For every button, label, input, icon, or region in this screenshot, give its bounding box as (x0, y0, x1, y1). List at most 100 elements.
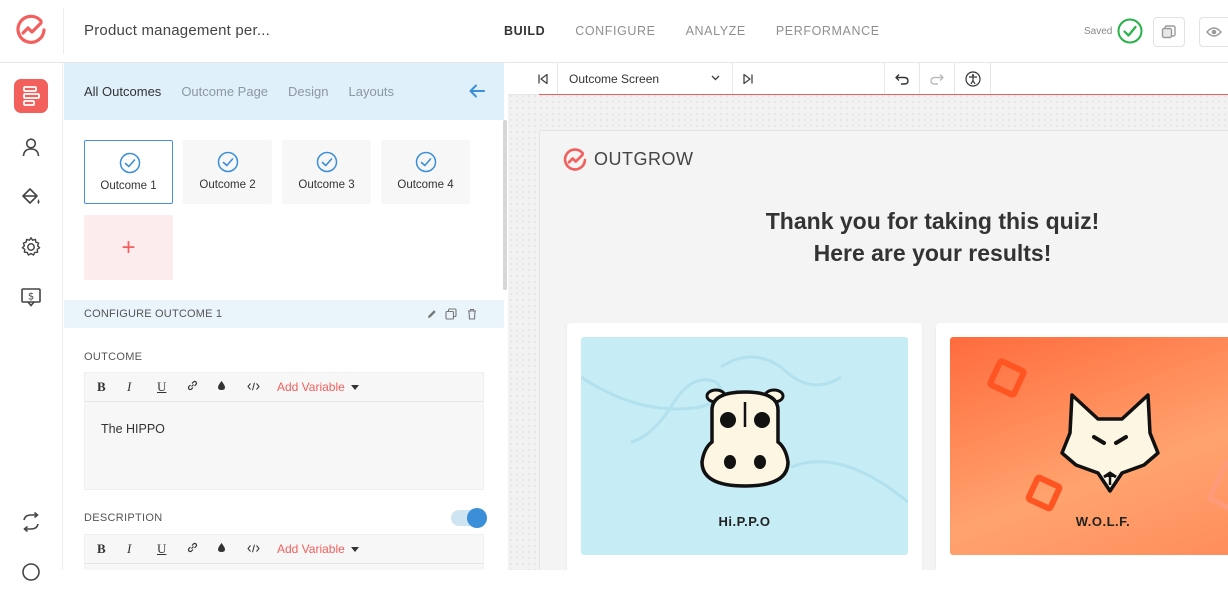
copy-icon[interactable] (445, 308, 457, 320)
panel-scrollbar[interactable] (503, 120, 507, 290)
code-icon (247, 544, 260, 553)
hippo-icon (700, 388, 790, 488)
outcome-label: Outcome 2 (199, 179, 256, 191)
check-circle-icon (316, 151, 338, 173)
preview-button[interactable] (1199, 17, 1228, 47)
bold-button[interactable]: B (97, 541, 127, 557)
tab-outcome-page[interactable]: Outcome Page (181, 84, 268, 99)
bold-button[interactable]: B (97, 379, 127, 395)
outcome-card[interactable]: Outcome 1 (84, 140, 173, 204)
wolf-icon (1060, 393, 1160, 493)
screen-select[interactable]: Outcome Screen (559, 63, 733, 94)
gear-icon (21, 237, 41, 256)
outcome-label: Outcome 1 (100, 180, 157, 192)
italic-button[interactable]: I (127, 541, 157, 557)
result-card[interactable]: Hi.P.P.O (567, 323, 922, 570)
skip-back-icon (537, 73, 548, 84)
result-image: W.O.L.F. (950, 337, 1228, 555)
result-caption: W.O.L.F. (1075, 514, 1131, 529)
caret-down-icon (350, 546, 359, 552)
rail-build-layout[interactable] (14, 79, 48, 113)
outgrow-logo-icon[interactable] (14, 13, 48, 47)
code-button[interactable] (247, 542, 277, 556)
first-screen-button[interactable] (528, 63, 558, 94)
accessibility-icon (964, 70, 981, 87)
accessibility-button[interactable] (955, 63, 991, 94)
add-variable-dropdown[interactable]: Add Variable (277, 380, 359, 394)
link-icon (187, 542, 198, 553)
result-card[interactable]: W.O.L.F. (936, 323, 1228, 570)
editor-toolbar: B I U Add Variable (85, 535, 483, 564)
dollar-screen-icon: $ (21, 288, 41, 307)
rail-help[interactable] (14, 555, 48, 589)
link-icon (187, 380, 198, 391)
rail-leads[interactable] (14, 130, 48, 164)
code-button[interactable] (247, 380, 277, 394)
underline-button[interactable]: U (157, 541, 187, 557)
outcome-text[interactable]: The HIPPO (85, 402, 483, 456)
project-title[interactable]: Product management per... (84, 22, 270, 39)
preview-heading-line2[interactable]: Here are your results! (540, 237, 1228, 269)
drop-icon (218, 543, 225, 552)
redo-icon (930, 73, 944, 85)
add-outcome-button[interactable]: + (84, 215, 173, 280)
tab-build[interactable]: BUILD (504, 24, 545, 38)
code-icon (247, 382, 260, 391)
result-caption: Hi.P.P.O (718, 514, 771, 529)
screen-select-value: Outcome Screen (569, 71, 660, 86)
copy-icon (1161, 25, 1176, 39)
pencil-icon[interactable] (426, 308, 438, 320)
user-icon (22, 138, 40, 157)
preview-heading-line1[interactable]: Thank you for taking this quiz! (540, 205, 1228, 237)
undo-icon (895, 73, 909, 85)
rail-sync[interactable] (14, 505, 48, 539)
add-variable-dropdown[interactable]: Add Variable (277, 542, 359, 556)
outcome-card[interactable]: Outcome 3 (282, 140, 371, 204)
outcome-editor[interactable]: B I U Add Variable The HIPPO (84, 372, 484, 490)
check-circle-icon (415, 151, 437, 173)
preview-brand: OUTGROW (594, 149, 694, 169)
drop-icon (218, 381, 225, 390)
editor-toolbar: B I U Add Variable (85, 373, 483, 402)
add-variable-label: Add Variable (277, 380, 345, 394)
link-button[interactable] (187, 380, 217, 394)
description-editor[interactable]: B I U Add Variable (84, 534, 484, 570)
color-button[interactable] (217, 380, 247, 394)
redo-button[interactable] (920, 63, 955, 94)
result-image: Hi.P.P.O (581, 337, 908, 555)
underline-button[interactable]: U (157, 379, 187, 395)
outcome-label: Outcome 4 (397, 179, 454, 191)
configure-title: CONFIGURE OUTCOME 1 (84, 308, 223, 320)
undo-button[interactable] (884, 63, 920, 94)
outcome-card[interactable]: Outcome 2 (183, 140, 272, 204)
tab-analyze[interactable]: ANALYZE (686, 24, 746, 38)
arrow-left-icon[interactable] (468, 83, 486, 99)
add-variable-label: Add Variable (277, 542, 345, 556)
rail-design[interactable] (14, 180, 48, 214)
outcome-card[interactable]: Outcome 4 (381, 140, 470, 204)
duplicate-button[interactable] (1153, 17, 1185, 47)
italic-button[interactable]: I (127, 379, 157, 395)
tab-configure[interactable]: CONFIGURE (575, 24, 655, 38)
check-circle-icon (119, 152, 141, 174)
tab-performance[interactable]: PERFORMANCE (776, 24, 880, 38)
caret-down-icon (350, 384, 359, 390)
eye-icon (1206, 27, 1222, 37)
color-button[interactable] (217, 542, 247, 556)
configure-outcome-header: CONFIGURE OUTCOME 1 (64, 300, 504, 328)
description-toggle[interactable] (451, 508, 487, 528)
main-nav: BUILD CONFIGURE ANALYZE PERFORMANCE (504, 24, 880, 38)
tab-all-outcomes[interactable]: All Outcomes (84, 84, 161, 99)
tab-design[interactable]: Design (288, 84, 328, 99)
rail-settings[interactable] (14, 230, 48, 264)
rail-pricing[interactable]: $ (14, 280, 48, 314)
last-screen-button[interactable] (733, 63, 763, 94)
check-circle-icon (217, 151, 239, 173)
top-bar: Product management per... BUILD CONFIGUR… (0, 0, 1228, 63)
chevron-down-icon (711, 75, 720, 81)
trash-icon[interactable] (466, 308, 478, 320)
check-circle-icon (1117, 18, 1143, 44)
tab-layouts[interactable]: Layouts (349, 84, 395, 99)
link-button[interactable] (187, 542, 217, 556)
plus-icon: + (121, 233, 136, 261)
